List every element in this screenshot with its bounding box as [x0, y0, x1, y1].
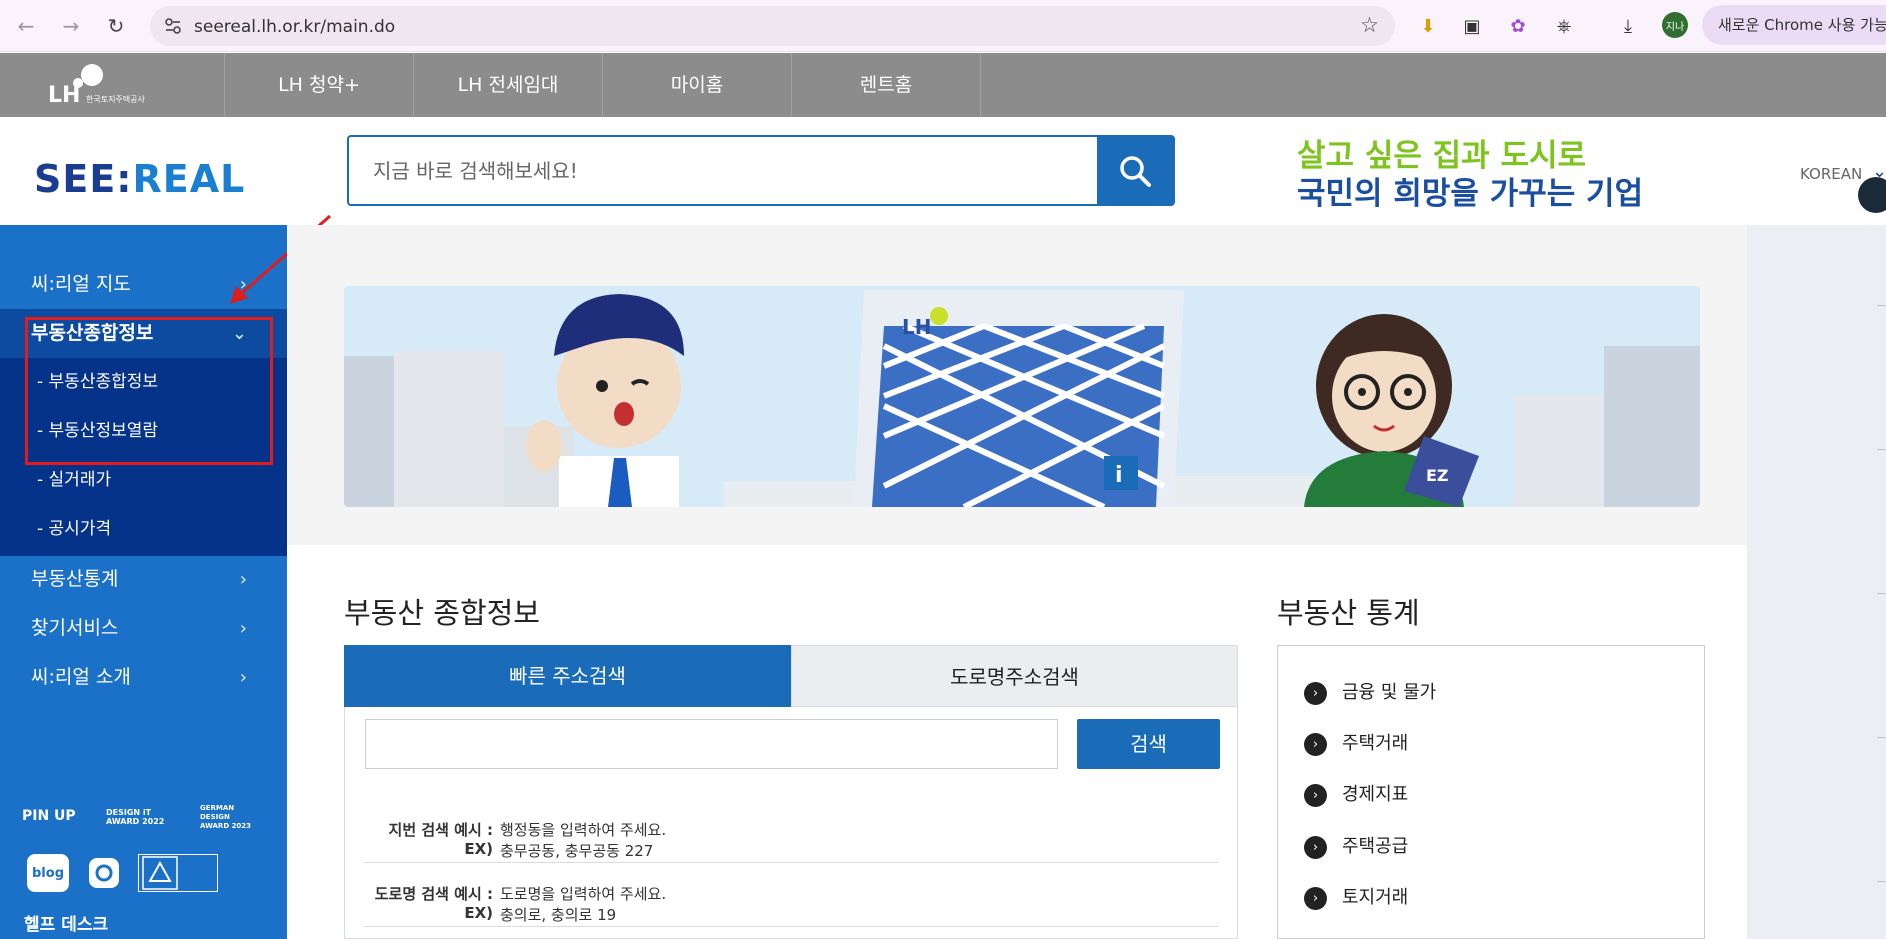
- site-header: SEE:REAL 살고 싶은 집과 도시로 국민의 희망을 가꾸는 기업 KOR…: [0, 117, 1886, 225]
- stat-item-housing-trade[interactable]: › 주택거래: [1304, 731, 1408, 757]
- sub-item-official-price[interactable]: - 공시가격: [0, 505, 287, 554]
- address-search-tabs: 빠른 주소검색 도로명주소검색: [344, 645, 1238, 707]
- browser-toolbar: ← → ↻ seereal.lh.or.kr/main.do ☆ ⬇ ▣ ✿ ⎈…: [0, 0, 1886, 52]
- chevron-right-icon: ›: [239, 569, 247, 590]
- svg-text:LH: LH: [48, 83, 80, 108]
- search-button[interactable]: [1097, 137, 1173, 204]
- stat-item-finance-price[interactable]: › 금융 및 물가: [1304, 680, 1436, 706]
- sidebar-item-find-service[interactable]: 찾기서비스 ›: [0, 604, 287, 653]
- lh-tab-renthome[interactable]: 렌트홈: [792, 53, 981, 117]
- sidebar-item-about[interactable]: 씨:리얼 소개 ›: [0, 653, 287, 702]
- ai-extension-icon[interactable]: ✿: [1504, 12, 1532, 40]
- site-search: [347, 135, 1175, 206]
- lh-banner-image: LH i EZ: [344, 286, 1700, 507]
- svg-text:i: i: [1115, 463, 1123, 488]
- svg-text:LH: LH: [902, 315, 931, 339]
- site-settings-icon[interactable]: [164, 17, 182, 35]
- sidebar-item-statistics[interactable]: 부동산통계 ›: [0, 555, 287, 604]
- chevron-right-circle-icon: ›: [1304, 887, 1327, 910]
- lh-tab-myhome[interactable]: 마이홈: [603, 53, 792, 117]
- url-text: seereal.lh.or.kr/main.do: [194, 17, 396, 37]
- stat-item-land-trade[interactable]: › 토지거래: [1304, 885, 1408, 911]
- downloads-icon[interactable]: ⤓: [1614, 12, 1642, 40]
- annotation-highlight-box: [25, 317, 273, 465]
- stat-item-housing-supply[interactable]: › 주택공급: [1304, 834, 1408, 860]
- chevron-right-circle-icon: ›: [1304, 733, 1327, 756]
- tab-road-address-search[interactable]: 도로명주소검색: [791, 645, 1238, 707]
- new-chrome-available-button[interactable]: 새로운 Chrome 사용 가능: [1702, 5, 1886, 45]
- search-icon: [1120, 155, 1151, 187]
- lh-logo[interactable]: LH 한국토지주택공사: [0, 53, 225, 117]
- section-title-real-estate-info: 부동산 종합정보: [344, 596, 540, 630]
- instagram-icon[interactable]: [83, 854, 125, 892]
- forward-icon[interactable]: →: [55, 10, 87, 42]
- download-helper-extension-icon[interactable]: ⬇: [1414, 12, 1442, 40]
- reload-icon[interactable]: ↻: [100, 10, 132, 42]
- chevron-right-icon: ›: [239, 618, 247, 639]
- language-select[interactable]: KOREAN: [1800, 165, 1862, 183]
- extensions-puzzle-icon[interactable]: ⎈: [1550, 12, 1578, 40]
- site-search-input[interactable]: [349, 137, 1097, 204]
- chevron-right-circle-icon: ›: [1304, 784, 1327, 807]
- screen-extension-icon[interactable]: ▣: [1458, 12, 1486, 40]
- address-search-button[interactable]: 검색: [1077, 719, 1220, 769]
- chevron-right-circle-icon: ›: [1304, 682, 1327, 705]
- tab-fast-address-search[interactable]: 빠른 주소검색: [344, 645, 791, 707]
- address-bar[interactable]: seereal.lh.or.kr/main.do ☆: [150, 6, 1395, 46]
- statistics-list: › 금융 및 물가 › 주택거래 › 경제지표 › 주택공급 › 토지거래: [1277, 645, 1705, 939]
- profile-avatar[interactable]: 지나: [1662, 12, 1688, 38]
- bookmark-star-icon[interactable]: ☆: [1360, 13, 1379, 37]
- lh-tab-cheongyak[interactable]: LH 청약+: [225, 53, 414, 117]
- chevron-right-icon: ›: [239, 667, 247, 688]
- hint-road: 도로명 검색 예시 : 도로명을 입력하여 주세요. EX) 충의로, 충의로 …: [363, 883, 1218, 927]
- seereal-logo[interactable]: SEE:REAL: [34, 157, 245, 201]
- chevron-right-circle-icon: ›: [1304, 836, 1327, 859]
- section-title-statistics: 부동산 통계: [1277, 596, 1420, 630]
- svg-text:한국토지주택공사: 한국토지주택공사: [86, 94, 146, 104]
- lh-tab-jeonse[interactable]: LH 전세임대: [414, 53, 603, 117]
- blog-icon[interactable]: blog: [27, 854, 69, 892]
- help-desk-link[interactable]: 헬프 데스크: [24, 910, 108, 935]
- svg-text:EZ: EZ: [1426, 466, 1449, 485]
- hint-jibun: 지번 검색 예시 : 행정동을 입력하여 주세요. EX) 충무공동, 충무공동…: [363, 819, 1218, 863]
- lh-family-nav: LH 한국토지주택공사 LH 청약+ LH 전세임대 마이홈 렌트홈: [0, 53, 1886, 117]
- web-accessibility-icon[interactable]: [138, 854, 218, 892]
- right-panel: [1747, 225, 1886, 939]
- back-icon[interactable]: ←: [10, 10, 42, 42]
- address-search-input[interactable]: [365, 719, 1058, 769]
- floating-widget-icon[interactable]: [1858, 177, 1886, 213]
- awards-logos: PIN UP DESIGN iT AWARD 2022 GERMAN DESIG…: [22, 804, 252, 830]
- address-search-panel: 검색 지번 검색 예시 : 행정동을 입력하여 주세요. EX) 충무공동, 충…: [344, 707, 1238, 939]
- stat-item-economic-index[interactable]: › 경제지표: [1304, 782, 1408, 808]
- lh-slogan: 살고 싶은 집과 도시로 국민의 희망을 가꾸는 기업: [1297, 138, 1644, 212]
